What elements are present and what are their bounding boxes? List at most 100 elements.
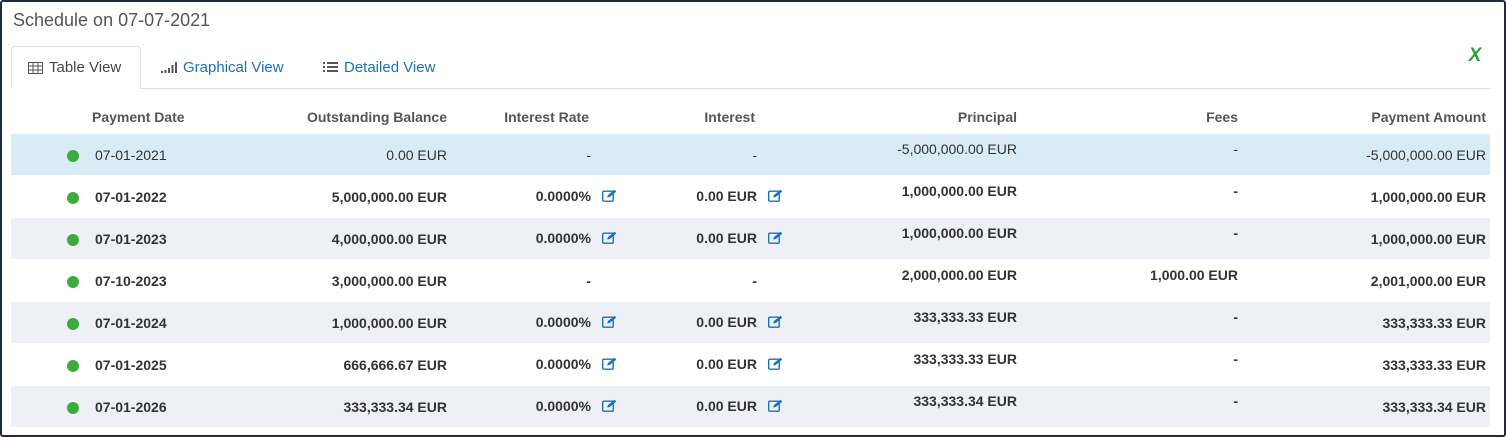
interest: - xyxy=(752,146,757,163)
status-dot-icon xyxy=(67,317,79,330)
outstanding-balance: 4,000,000.00 EUR xyxy=(188,217,447,260)
payment-date: 07-01-2022 xyxy=(95,188,167,205)
col-interest-rate[interactable]: Interest Rate xyxy=(447,100,617,134)
interest-rate: 0.0000% xyxy=(535,313,591,330)
interest: 0.00 EUR xyxy=(696,187,757,204)
table-icon xyxy=(28,61,43,74)
fees: - xyxy=(1233,224,1238,241)
table-row[interactable]: 07-01-2022 5,000,000.00 EUR 0.0000% 0.00 EU… xyxy=(11,175,1490,218)
table-row[interactable]: 07-01-2023 4,000,000.00 EUR 0.0000% 0.00 EU… xyxy=(11,217,1490,260)
interest-rate-cell: 0.0000% xyxy=(447,343,617,386)
fees: 1,000.00 EUR xyxy=(1150,266,1238,283)
principal: -5,000,000.00 EUR xyxy=(897,140,1017,157)
interest-rate: 0.0000% xyxy=(535,229,591,246)
principal-cell: 1,000,000.00 EUR xyxy=(783,217,1043,260)
col-interest[interactable]: Interest xyxy=(617,100,783,134)
tab-table-view[interactable]: Table View xyxy=(11,46,141,89)
interest: 0.00 EUR xyxy=(696,313,757,330)
fees-cell: - xyxy=(1043,343,1243,386)
payment-date: 07-01-2021 xyxy=(95,146,167,163)
payment-amount: 2,001,000.00 EUR xyxy=(1243,259,1490,302)
table-row[interactable]: 07-01-2025 666,666.67 EUR 0.0000% 0.00 EUR 3… xyxy=(11,343,1490,386)
interest-rate-cell: - xyxy=(447,133,617,176)
col-principal[interactable]: Principal xyxy=(783,100,1043,134)
tab-detailed-view[interactable]: Detailed View xyxy=(323,46,435,88)
interest-cell: - xyxy=(617,133,783,176)
fees-cell: - xyxy=(1043,217,1243,260)
edit-icon[interactable] xyxy=(601,315,617,331)
interest-rate-cell: - xyxy=(447,259,617,302)
payment-amount: 1,000,000.00 EUR xyxy=(1243,217,1490,260)
interest-cell: 0.00 EUR xyxy=(617,343,783,386)
table-row[interactable]: 07-10-2023 3,000,000.00 EUR - - 2,000,000.00… xyxy=(11,259,1490,302)
principal-cell: 333,333.33 EUR xyxy=(783,343,1043,386)
payment-date-cell: 07-10-2023 xyxy=(11,259,188,302)
principal: 1,000,000.00 EUR xyxy=(901,224,1017,241)
fees-cell: - xyxy=(1043,385,1243,427)
edit-icon[interactable] xyxy=(767,399,783,415)
fees: - xyxy=(1233,140,1238,157)
edit-icon[interactable] xyxy=(601,189,617,205)
edit-icon[interactable] xyxy=(767,189,783,205)
edit-icon[interactable] xyxy=(601,357,617,373)
fees-cell: - xyxy=(1043,301,1243,344)
status-dot-icon xyxy=(67,275,79,288)
edit-icon[interactable] xyxy=(767,231,783,247)
table-row[interactable]: 07-01-2021 0.00 EUR - - -5,000,000.00 EUR - -5… xyxy=(11,133,1490,176)
tab-label: Detailed View xyxy=(344,58,436,76)
payment-amount: -5,000,000.00 EUR xyxy=(1243,133,1490,176)
status-dot-icon xyxy=(67,191,79,204)
interest-rate-cell: 0.0000% xyxy=(447,175,617,218)
fees-cell: - xyxy=(1043,175,1243,218)
view-tabs: Table View Graphical View Detailed View xyxy=(11,46,1490,89)
payment-date: 07-10-2023 xyxy=(95,272,167,289)
interest-rate-cell: 0.0000% xyxy=(447,385,617,427)
col-payment-amount[interactable]: Payment Amount xyxy=(1243,100,1490,134)
interest: - xyxy=(752,272,757,289)
payment-date-cell: 07-01-2024 xyxy=(11,301,188,344)
status-dot-icon xyxy=(67,401,79,414)
outstanding-balance: 333,333.34 EUR xyxy=(188,385,447,427)
principal: 2,000,000.00 EUR xyxy=(901,266,1017,283)
status-dot-icon xyxy=(67,359,79,372)
tab-graphical-view[interactable]: Graphical View xyxy=(161,46,284,88)
payment-date-cell: 07-01-2021 xyxy=(11,133,188,176)
edit-icon[interactable] xyxy=(767,357,783,373)
principal-cell: 333,333.33 EUR xyxy=(783,301,1043,344)
edit-icon[interactable] xyxy=(601,231,617,247)
principal: 1,000,000.00 EUR xyxy=(901,182,1017,199)
status-dot-icon xyxy=(67,233,79,246)
table-row[interactable]: 07-01-2024 1,000,000.00 EUR 0.0000% 0.00 EU… xyxy=(11,301,1490,344)
fees: - xyxy=(1233,182,1238,199)
payment-date: 07-01-2023 xyxy=(95,230,167,247)
schedule-table: Payment Date Outstanding Balance Interes… xyxy=(11,100,1490,427)
edit-icon[interactable] xyxy=(601,399,617,415)
col-fees[interactable]: Fees xyxy=(1043,100,1243,134)
payment-amount: 333,333.34 EUR xyxy=(1243,385,1490,427)
interest-rate: 0.0000% xyxy=(535,187,591,204)
excel-icon[interactable]: X xyxy=(1464,45,1486,66)
payment-date-cell: 07-01-2022 xyxy=(11,175,188,218)
schedule-panel: Schedule on 07-07-2021 Table View Graphi… xyxy=(0,0,1506,437)
edit-icon[interactable] xyxy=(767,315,783,331)
interest-rate: - xyxy=(586,272,591,289)
interest: 0.00 EUR xyxy=(696,229,757,246)
payment-amount: 333,333.33 EUR xyxy=(1243,343,1490,386)
interest-rate-cell: 0.0000% xyxy=(447,301,617,344)
outstanding-balance: 666,666.67 EUR xyxy=(188,343,447,386)
payment-date-cell: 07-01-2026 xyxy=(11,385,188,427)
principal: 333,333.33 EUR xyxy=(913,308,1017,325)
table-header-row: Payment Date Outstanding Balance Interes… xyxy=(11,100,1490,134)
fees: - xyxy=(1233,350,1238,367)
outstanding-balance: 3,000,000.00 EUR xyxy=(188,259,447,302)
outstanding-balance: 0.00 EUR xyxy=(188,133,447,176)
payment-date-cell: 07-01-2025 xyxy=(11,343,188,386)
fees: - xyxy=(1233,392,1238,409)
interest-rate: - xyxy=(586,146,591,163)
payment-date: 07-01-2026 xyxy=(95,398,167,415)
col-outstanding-balance[interactable]: Outstanding Balance xyxy=(188,100,447,134)
col-payment-date[interactable]: Payment Date xyxy=(11,100,188,134)
table-row[interactable]: 07-01-2026 333,333.34 EUR 0.0000% 0.00 EUR 3… xyxy=(11,385,1490,427)
tab-label: Table View xyxy=(49,59,122,76)
principal-cell: -5,000,000.00 EUR xyxy=(783,133,1043,176)
